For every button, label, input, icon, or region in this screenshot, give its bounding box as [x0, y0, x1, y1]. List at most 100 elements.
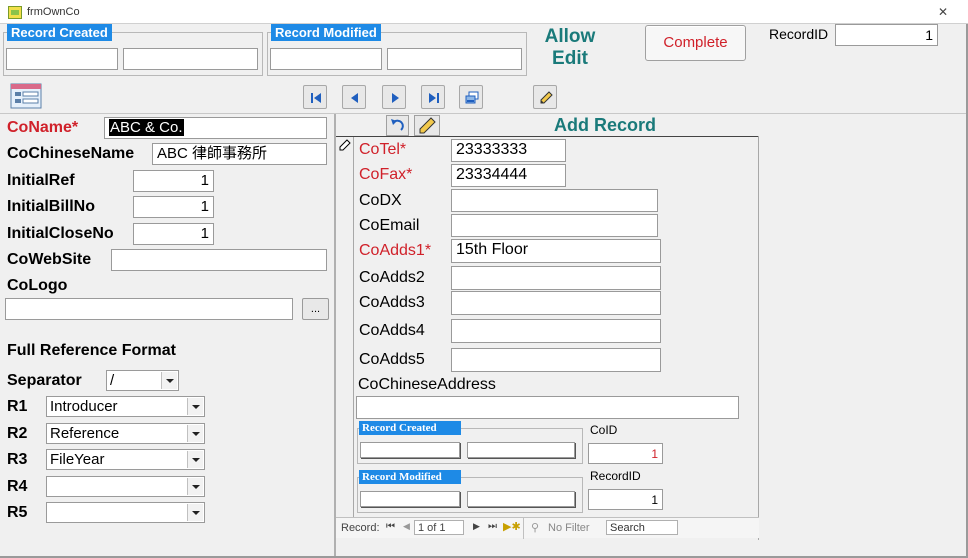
form-icon[interactable]	[10, 83, 42, 109]
sub-record-modified-date-field[interactable]	[467, 491, 575, 507]
record-id-field[interactable]: 1	[835, 24, 938, 46]
coid-label: CoID	[590, 423, 618, 437]
new-record-icon	[465, 91, 479, 104]
chevron-down-icon[interactable]	[187, 425, 203, 442]
nav-divider	[523, 518, 524, 539]
cochinesename-field[interactable]: ABC 律師事務所	[152, 143, 327, 165]
separator-combo[interactable]: /	[106, 370, 179, 391]
sub-recordid-field[interactable]: 1	[588, 489, 663, 510]
coname-field[interactable]: ABC & Co.	[104, 117, 327, 139]
close-icon[interactable]: ✕	[938, 5, 948, 19]
cowebsite-label: CoWebSite	[7, 251, 92, 268]
sub-record-modified-by-field[interactable]	[360, 491, 460, 507]
record-modified-by-field[interactable]	[270, 48, 382, 70]
record-modified-date-field[interactable]	[387, 48, 522, 70]
coadds1-label: CoAdds1*	[359, 242, 432, 259]
search-input[interactable]: Search	[606, 520, 678, 535]
initialref-field[interactable]: 1	[133, 170, 214, 192]
cochineseaddress-field[interactable]	[356, 396, 739, 419]
record-created-date-field[interactable]	[123, 48, 258, 70]
allow-edit-label: Allow Edit	[544, 26, 596, 69]
sub-record-created-by-field[interactable]	[360, 442, 460, 458]
filter-icon[interactable]: ⚲	[531, 521, 539, 534]
cowebsite-field[interactable]	[111, 249, 327, 271]
chevron-down-icon[interactable]	[161, 372, 177, 389]
r5-label: R5	[7, 504, 28, 521]
r4-combo[interactable]	[46, 476, 205, 497]
coemail-field[interactable]	[451, 214, 658, 237]
record-created-header: Record Created	[7, 24, 112, 41]
coadds1-field[interactable]: 15th Floor	[451, 239, 661, 263]
cochinesename-label: CoChineseName	[7, 145, 135, 162]
previous-record-button[interactable]	[342, 85, 366, 109]
r1-combo[interactable]: Introducer	[46, 396, 205, 417]
new-record-button[interactable]	[459, 85, 483, 109]
sub-record-modified-header: Record Modified	[359, 470, 461, 484]
r3-label: R3	[7, 451, 28, 468]
chevron-down-icon[interactable]	[187, 504, 203, 521]
r5-combo[interactable]	[46, 502, 205, 523]
coadds2-label: CoAdds2	[359, 269, 425, 286]
coadds2-field[interactable]	[451, 266, 661, 290]
next-record-icon[interactable]: ▶	[473, 521, 480, 532]
coadds5-field[interactable]	[451, 348, 661, 372]
undo-button[interactable]	[386, 115, 409, 136]
coadds3-label: CoAdds3	[359, 294, 425, 311]
r3-combo[interactable]: FileYear	[46, 449, 205, 470]
chevron-down-icon[interactable]	[187, 451, 203, 468]
record-modified-header: Record Modified	[271, 24, 381, 41]
codx-label: CoDX	[359, 192, 402, 209]
cofax-field[interactable]: 23334444	[451, 164, 566, 187]
record-selector[interactable]	[336, 137, 354, 517]
initialref-label: InitialRef	[7, 172, 75, 189]
r2-value: Reference	[50, 425, 120, 442]
record-position-field[interactable]: 1 of 1	[414, 520, 464, 535]
record-created-by-field[interactable]	[6, 48, 118, 70]
cologo-label: CoLogo	[7, 277, 68, 294]
undo-icon	[391, 119, 404, 131]
cofax-label: CoFax*	[359, 166, 413, 183]
codx-field[interactable]	[451, 189, 658, 212]
last-record-button[interactable]	[421, 85, 445, 109]
chevron-down-icon[interactable]	[187, 478, 203, 495]
coid-field[interactable]: 1	[588, 443, 663, 464]
separator-value: /	[110, 372, 115, 389]
r2-combo[interactable]: Reference	[46, 423, 205, 444]
coemail-label: CoEmail	[359, 217, 420, 234]
first-record-icon[interactable]: ⏮	[386, 521, 395, 532]
subform-right-border	[758, 136, 759, 540]
r3-value: FileYear	[50, 451, 105, 468]
next-record-button[interactable]	[382, 85, 406, 109]
coadds5-label: CoAdds5	[359, 351, 425, 368]
record-label: Record:	[341, 522, 380, 534]
new-blank-record-icon[interactable]: ▶✱	[503, 520, 521, 533]
previous-record-icon[interactable]: ◀	[403, 521, 410, 532]
r2-label: R2	[7, 425, 28, 442]
browse-button[interactable]: ...	[302, 298, 329, 320]
window-title: frmOwnCo	[27, 6, 80, 18]
previous-record-icon	[351, 93, 358, 103]
first-record-icon	[311, 93, 321, 103]
initialbillno-field[interactable]: 1	[133, 196, 214, 218]
last-record-icon[interactable]: ⏭	[488, 521, 497, 532]
edit-subform-button[interactable]	[414, 115, 440, 136]
next-record-icon	[392, 93, 399, 103]
coadds4-field[interactable]	[451, 319, 661, 343]
edit-record-button[interactable]	[533, 85, 557, 109]
no-filter-label[interactable]: No Filter	[548, 522, 590, 534]
chevron-down-icon[interactable]	[187, 398, 203, 415]
coname-label: CoName*	[7, 119, 79, 136]
initialcloseno-label: InitialCloseNo	[7, 225, 114, 242]
title-bar: frmOwnCo ✕	[0, 0, 968, 24]
complete-button[interactable]: Complete	[645, 25, 746, 61]
subform-header-line	[336, 136, 759, 137]
edit-pencil-icon	[540, 91, 553, 104]
initialcloseno-field[interactable]: 1	[133, 223, 214, 245]
coadds4-label: CoAdds4	[359, 322, 425, 339]
r1-value: Introducer	[50, 398, 118, 415]
sub-record-created-date-field[interactable]	[467, 442, 575, 458]
first-record-button[interactable]	[303, 85, 327, 109]
cologo-field[interactable]	[5, 298, 293, 320]
cotel-field[interactable]: 23333333	[451, 139, 566, 162]
coadds3-field[interactable]	[451, 291, 661, 315]
